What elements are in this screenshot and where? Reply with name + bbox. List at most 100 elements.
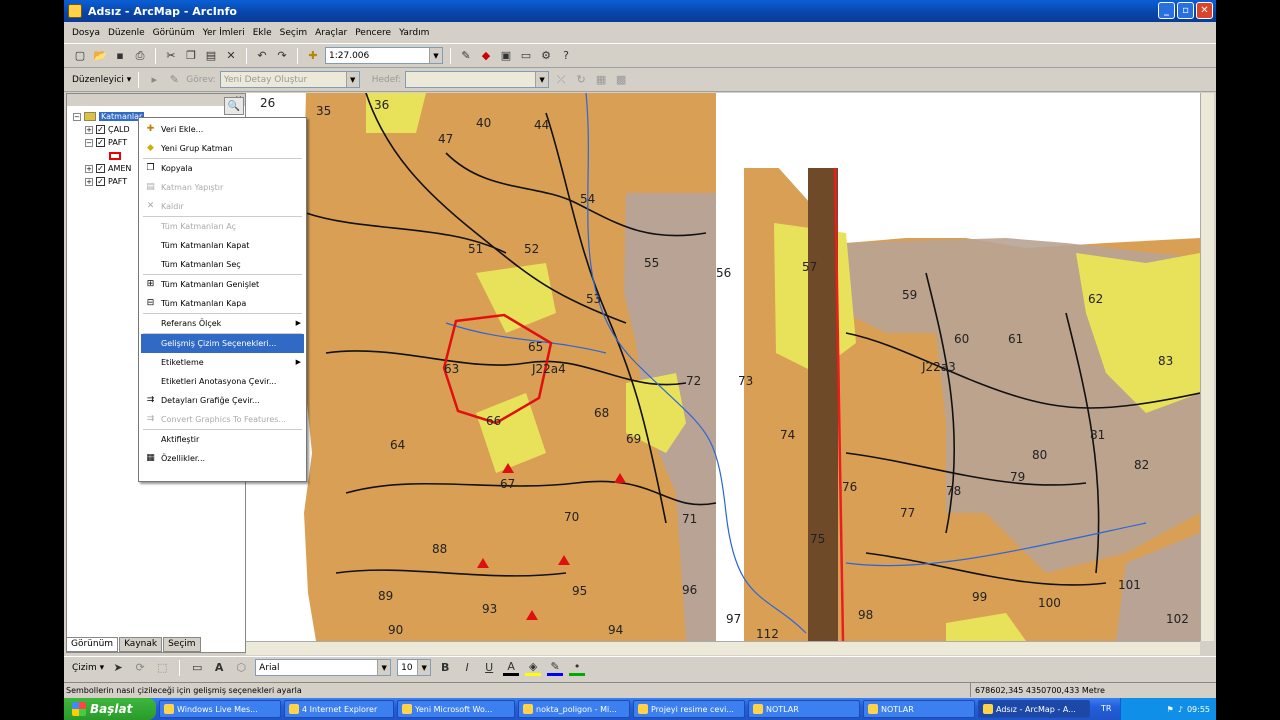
start-button[interactable]: Başlat bbox=[64, 698, 156, 720]
taskbar-button[interactable]: 4 Internet Explorer bbox=[284, 700, 394, 718]
add-data-icon[interactable]: ✚ bbox=[305, 48, 321, 64]
edit-vertices-icon[interactable]: ⬡ bbox=[233, 660, 249, 676]
layer-item[interactable]: + ✓ ÇALD bbox=[73, 123, 144, 136]
context-menu-item[interactable]: ▦ Özellikler... bbox=[141, 449, 304, 468]
layer-symbol[interactable] bbox=[73, 149, 144, 162]
new-icon[interactable]: ▢ bbox=[72, 48, 88, 64]
save-icon[interactable]: ▪ bbox=[112, 48, 128, 64]
context-menu-item[interactable]: Gelişmiş Çizim Seçenekleri... bbox=[141, 334, 304, 353]
menu-item-7[interactable]: Pencere bbox=[355, 28, 391, 38]
map-vertical-scrollbar[interactable] bbox=[1200, 93, 1214, 641]
select-elements-icon[interactable]: ➤ bbox=[110, 660, 126, 676]
drawing-menu[interactable]: Çizim ▾ bbox=[72, 663, 104, 673]
menu-item-2[interactable]: Görünüm bbox=[153, 28, 195, 38]
context-menu-item[interactable]: ⇉ Detayları Grafiğe Çevir... bbox=[141, 391, 304, 410]
attributes-icon[interactable]: ▦ bbox=[593, 72, 609, 88]
arctoolbox-icon[interactable]: ◆ bbox=[478, 48, 494, 64]
menu-item-5[interactable]: Seçim bbox=[280, 28, 307, 38]
taskbar-button[interactable]: Projeyi resime cevi... bbox=[633, 700, 745, 718]
menu-item-1[interactable]: Düzenle bbox=[108, 28, 145, 38]
fill-color-icon[interactable]: ◈ bbox=[525, 660, 542, 676]
print-icon[interactable]: ⎙ bbox=[132, 48, 148, 64]
open-icon[interactable]: 📂 bbox=[92, 48, 108, 64]
chevron-down-icon[interactable]: ▼ bbox=[417, 660, 431, 675]
network-icon[interactable]: ⚑ bbox=[1167, 705, 1174, 714]
editor-menu[interactable]: Düzenleyici ▾ bbox=[72, 75, 131, 85]
underline-icon[interactable]: U bbox=[481, 660, 497, 676]
menu-item-0[interactable]: Dosya bbox=[72, 28, 100, 38]
map-horizontal-scrollbar[interactable] bbox=[246, 641, 1200, 655]
font-color-icon[interactable]: A bbox=[503, 660, 520, 676]
redo-icon[interactable]: ↷ bbox=[274, 48, 290, 64]
rotate-icon[interactable]: ⟳ bbox=[132, 660, 148, 676]
edit-tool-icon[interactable]: ▸ bbox=[146, 72, 162, 88]
context-menu-item[interactable]: ❐ Kopyala bbox=[141, 159, 304, 178]
taskbar-button[interactable]: nokta_poligon - Mi... bbox=[518, 700, 630, 718]
context-menu-item[interactable]: Etiketleri Anotasyona Çevir... bbox=[141, 372, 304, 391]
arccatalog-icon[interactable]: ▣ bbox=[498, 48, 514, 64]
paste-icon[interactable]: ▤ bbox=[203, 48, 219, 64]
cut-icon[interactable]: ✂ bbox=[163, 48, 179, 64]
tab-display[interactable]: Görünüm bbox=[66, 637, 119, 652]
rectangle-icon[interactable]: ▭ bbox=[189, 660, 205, 676]
sketch-properties-icon[interactable]: ▩ bbox=[613, 72, 629, 88]
delete-icon[interactable]: ✕ bbox=[223, 48, 239, 64]
layer-item[interactable]: + ✓ AMEN bbox=[73, 162, 144, 175]
model-builder-icon[interactable]: ⚙ bbox=[538, 48, 554, 64]
context-menu-item[interactable]: Tüm Katmanları Seç bbox=[141, 255, 304, 274]
scale-combo[interactable]: 1:27.006 ▼ bbox=[325, 47, 443, 64]
menu-item-6[interactable]: Araçlar bbox=[315, 28, 347, 38]
chevron-down-icon[interactable]: ▼ bbox=[345, 72, 359, 87]
map-view[interactable]: 26 35 36 40 44 47 51 52 53 54 55 56 57 59 60 61 62 63 64 65… bbox=[246, 93, 1200, 641]
tree-root[interactable]: − Katmanlar bbox=[73, 110, 145, 123]
minimize-button[interactable]: _ bbox=[1158, 2, 1175, 19]
context-menu-item[interactable]: Aktifleştir bbox=[141, 430, 304, 449]
text-icon[interactable]: A bbox=[211, 660, 227, 676]
taskbar-button[interactable]: NOTLAR bbox=[748, 700, 860, 718]
context-menu-item[interactable]: ⊟ Tüm Katmanları Kapa bbox=[141, 294, 304, 313]
italic-icon[interactable]: I bbox=[459, 660, 475, 676]
target-combo[interactable]: ▼ bbox=[405, 71, 550, 88]
layer-item[interactable]: + ✓ PAFT bbox=[73, 175, 144, 188]
context-menu-item[interactable]: ◆ Yeni Grup Katman bbox=[141, 139, 304, 158]
taskbar-button[interactable]: Adsız - ArcMap - A... bbox=[978, 700, 1090, 718]
rotate-tool-icon[interactable]: ↻ bbox=[573, 72, 589, 88]
undo-icon[interactable]: ↶ bbox=[254, 48, 270, 64]
command-line-icon[interactable]: ▭ bbox=[518, 48, 534, 64]
taskbar-button[interactable]: Yeni Microsoft Wo... bbox=[397, 700, 515, 718]
context-menu-item[interactable]: Referans Ölçek ▶ bbox=[141, 314, 304, 333]
volume-icon[interactable]: ♪ bbox=[1178, 705, 1183, 714]
sketch-tool-icon[interactable]: ✎ bbox=[166, 72, 182, 88]
font-size-combo[interactable]: 10 ▼ bbox=[397, 659, 432, 676]
tab-source[interactable]: Kaynak bbox=[119, 637, 163, 652]
chevron-down-icon[interactable]: ▼ bbox=[377, 660, 391, 675]
chevron-down-icon[interactable]: ▼ bbox=[429, 48, 442, 63]
context-menu-item[interactable]: Tüm Katmanları Kapat bbox=[141, 236, 304, 255]
copy-icon[interactable]: ❐ bbox=[183, 48, 199, 64]
close-button[interactable]: ✕ bbox=[1196, 2, 1213, 19]
bold-icon[interactable]: B bbox=[437, 660, 453, 676]
context-menu-item[interactable]: Etiketleme ▶ bbox=[141, 353, 304, 372]
polygon-label: 94 bbox=[608, 623, 623, 637]
split-tool-icon[interactable]: ⤫ bbox=[553, 72, 569, 88]
maximize-button[interactable]: ▫ bbox=[1177, 2, 1194, 19]
menu-item-8[interactable]: Yardım bbox=[399, 28, 429, 38]
chevron-down-icon[interactable]: ▼ bbox=[535, 72, 549, 87]
menu-item-4[interactable]: Ekle bbox=[253, 28, 272, 38]
taskbar-button[interactable]: Windows Live Mes... bbox=[159, 700, 281, 718]
marker-color-icon[interactable]: • bbox=[569, 660, 586, 676]
menu-item-3[interactable]: Yer İmleri bbox=[203, 28, 245, 38]
context-menu-item[interactable]: ✚ Veri Ekle... bbox=[141, 120, 304, 139]
context-menu-item[interactable]: ⊞ Tüm Katmanları Genişlet bbox=[141, 275, 304, 294]
help-icon[interactable]: ? bbox=[558, 48, 574, 64]
task-combo[interactable]: Yeni Detay Oluştur ▼ bbox=[219, 71, 360, 88]
language-indicator[interactable]: TR bbox=[1101, 704, 1111, 713]
editor-toolbar-icon[interactable]: ✎ bbox=[458, 48, 474, 64]
tab-selection[interactable]: Seçim bbox=[163, 637, 201, 652]
taskbar-button[interactable]: NOTLAR bbox=[863, 700, 975, 718]
zoom-in-icon[interactable]: 🔍 bbox=[224, 97, 244, 115]
layer-item[interactable]: − ✓ PAFT bbox=[73, 136, 144, 149]
line-color-icon[interactable]: ✎ bbox=[547, 660, 564, 676]
zoom-whole-page-icon[interactable]: ⬚ bbox=[154, 660, 170, 676]
font-combo[interactable]: Arial ▼ bbox=[255, 659, 392, 676]
